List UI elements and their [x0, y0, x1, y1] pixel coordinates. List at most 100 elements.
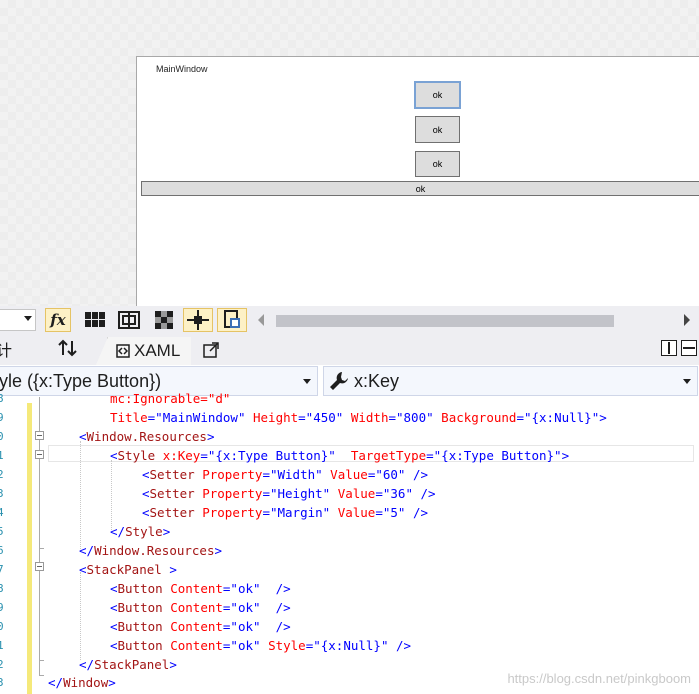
snap-gridlines-icon [118, 311, 140, 329]
designer-button-4[interactable]: ok [141, 181, 699, 196]
code-token: Content [170, 581, 223, 596]
code-token: Value [330, 467, 368, 482]
code-line[interactable]: 8 <Button Content="ok" /> [0, 579, 699, 598]
line-number: 4 [0, 506, 4, 519]
code-token: Button [117, 600, 163, 615]
checkerboard-icon [155, 311, 173, 329]
code-token: ="36" /> [375, 486, 436, 501]
code-text: <Setter Property="Height" Value="36" /> [142, 484, 436, 503]
horizontal-split-button[interactable] [681, 340, 697, 356]
vertical-split-button[interactable] [661, 340, 677, 356]
code-text: <Setter Property="Margin" Value="5" /> [142, 503, 428, 522]
designer-button-2[interactable]: ok [415, 116, 460, 143]
tab-design[interactable]: 计 [0, 337, 12, 361]
code-token: ="ok" /> [222, 619, 291, 634]
code-line[interactable]: 2 <Setter Property="Width" Value="60" /> [0, 465, 699, 484]
code-line[interactable]: 0 <Window.Resources> [0, 427, 699, 446]
code-text: <Button Content="ok" /> [110, 617, 291, 636]
code-token: Setter [149, 505, 195, 520]
code-token: StackPanel [94, 657, 170, 672]
line-number: 8 [0, 582, 4, 595]
scroll-left-icon[interactable] [258, 314, 264, 326]
designer-surface[interactable]: MainWindow ok ok ok ok [0, 0, 699, 307]
code-text: mc:Ignorable="d" [110, 389, 230, 408]
snap-snaplines-icon [187, 310, 209, 330]
code-token: ="{x:Type Button}"> [426, 448, 570, 463]
swap-panes-icon[interactable] [58, 339, 78, 357]
code-token: > [162, 524, 171, 539]
scrollbar-thumb[interactable] [276, 315, 614, 327]
line-number: 3 [0, 487, 4, 500]
code-token: mc:Ignorable="d" [110, 391, 231, 406]
code-token: Value [337, 486, 376, 501]
designer-horizontal-scrollbar[interactable] [256, 311, 696, 329]
code-line[interactable]: 7 <StackPanel > [0, 560, 699, 579]
code-token: > [214, 543, 223, 558]
code-token: > [169, 657, 177, 672]
line-number: 6 [0, 544, 4, 557]
line-number: 2 [0, 468, 4, 481]
code-line[interactable]: 0 <Button Content="ok" /> [0, 617, 699, 636]
code-line[interactable]: 9 Title="MainWindow" Height="450" Width="… [0, 408, 699, 427]
code-text: <Button Content="ok" Style="{x:Null}" /> [110, 636, 411, 655]
code-token: < [110, 600, 118, 615]
line-number: 9 [0, 411, 4, 424]
designer-button-3[interactable]: ok [415, 151, 460, 177]
code-token: Window.Resources [94, 543, 215, 558]
popout-icon[interactable] [203, 342, 219, 358]
code-token: Button [117, 581, 163, 596]
fx-button[interactable]: fx [45, 308, 71, 332]
designer-button-1[interactable]: ok [414, 81, 461, 109]
view-tab-bar: 计 XAML [0, 335, 699, 365]
tab-xaml[interactable]: XAML [96, 337, 191, 365]
code-line[interactable]: 4 <Setter Property="Margin" Value="5" /> [0, 503, 699, 522]
window-title: MainWindow [156, 64, 208, 74]
code-token: ="450" [298, 410, 351, 425]
code-token: Style [268, 638, 306, 653]
code-token: > [206, 429, 215, 444]
code-text: Title="MainWindow" Height="450" Width="8… [110, 408, 607, 427]
code-token: < [142, 486, 150, 501]
wrench-icon [330, 372, 348, 390]
transparency-button[interactable] [151, 308, 177, 332]
zoom-dropdown[interactable] [0, 309, 36, 331]
code-text: <Button Content="ok" /> [110, 579, 291, 598]
code-line[interactable]: 5 </Style> [0, 522, 699, 541]
code-line[interactable]: 9 <Button Content="ok" /> [0, 598, 699, 617]
code-token: > [161, 562, 177, 577]
code-token: < [110, 638, 118, 653]
code-token: </ [79, 657, 95, 672]
device-icon [224, 310, 240, 328]
code-token: Content [170, 638, 223, 653]
code-token: Content [170, 600, 223, 615]
code-line[interactable]: 3 <Setter Property="Height" Value="36" /> [0, 484, 699, 503]
snap-snaplines-button[interactable] [183, 308, 213, 332]
code-token: ="{x:Null}" /> [305, 638, 412, 653]
xaml-file-icon [116, 344, 130, 358]
code-token: ="{x:Type Button}" [200, 448, 351, 463]
code-line[interactable]: 1 <Style x:Key="{x:Type Button}" TargetTy… [0, 446, 699, 465]
code-token: Window.Resources [86, 429, 207, 444]
line-number: 0 [0, 430, 4, 443]
code-token: ="{x:Null}"> [516, 410, 607, 425]
scroll-right-icon[interactable] [684, 314, 690, 326]
code-line[interactable]: 8 mc:Ignorable="d" [0, 389, 699, 408]
line-number: 1 [0, 639, 4, 652]
code-token: ="ok" /> [222, 581, 291, 596]
code-line[interactable]: 6 </Window.Resources> [0, 541, 699, 560]
wpf-main-window[interactable]: MainWindow ok ok ok ok [136, 56, 699, 307]
code-token: </ [110, 524, 126, 539]
code-token: ="5" /> [375, 505, 429, 520]
xaml-code-editor[interactable]: 8 mc:Ignorable="d" 9 Title="MainWindow" Hei… [0, 391, 699, 694]
code-line[interactable]: 1 <Button Content="ok" Style="{x:Null}" /… [0, 636, 699, 655]
chevron-down-icon [303, 379, 311, 384]
code-token: x:Key [162, 448, 201, 463]
code-token: StackPanel [86, 562, 162, 577]
code-token: < [110, 448, 118, 463]
toggle-grid-button[interactable] [82, 308, 108, 332]
code-text: </StackPanel> [79, 655, 177, 674]
code-token: Property [202, 467, 263, 482]
snap-gridlines-button[interactable] [116, 308, 142, 332]
device-preview-button[interactable] [217, 308, 247, 332]
